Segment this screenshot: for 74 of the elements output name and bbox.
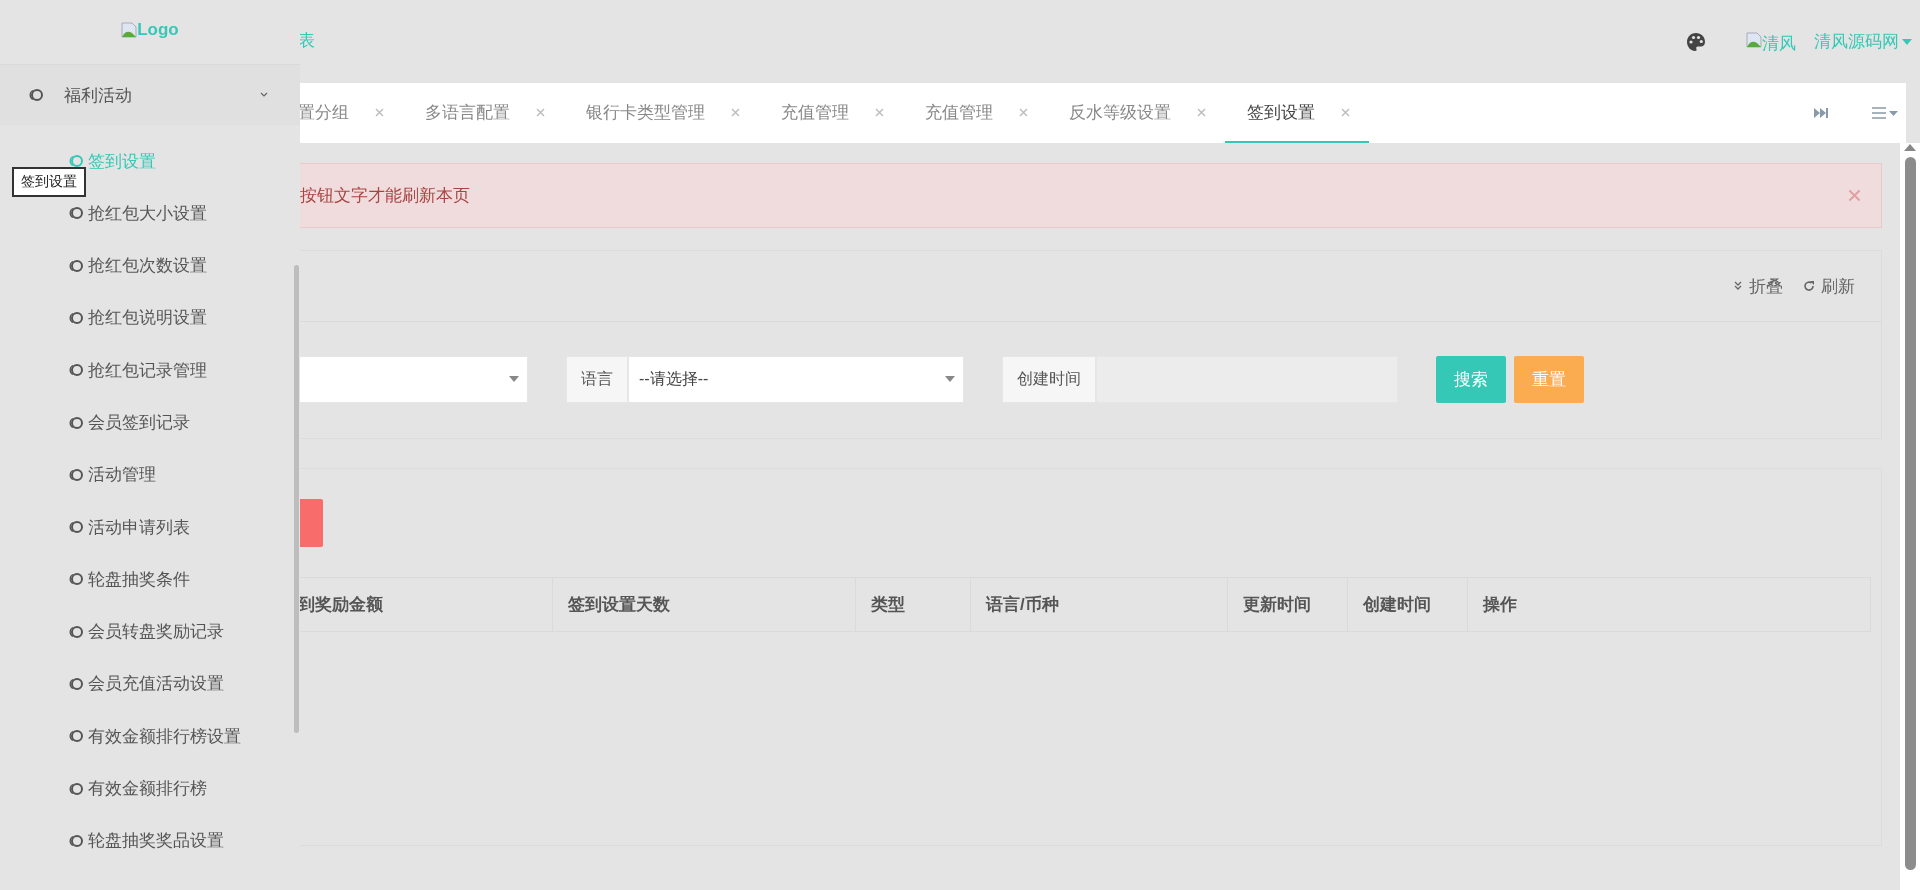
menu-item[interactable]: 活动申请列表 [68,517,190,538]
circle-icon [68,258,84,273]
tab[interactable]: 银行卡类型管理 [564,83,759,143]
tab[interactable]: 充值管理 [903,83,1047,143]
caret-icon [945,376,955,382]
palette-icon[interactable] [1686,31,1706,52]
delete-button[interactable] [300,499,323,547]
collapse-button[interactable]: 折叠 [1733,274,1783,298]
column-header: 语言/币种 [971,578,1228,631]
menu-item[interactable]: 抢红包说明设置 [68,308,207,328]
caret-icon [509,376,519,382]
menu-group[interactable]: 福利活动 [0,65,300,125]
menu-item[interactable]: 抢红包大小设置 [68,203,207,224]
broken-image-icon [121,22,138,38]
column-header: 创建时间 [1348,578,1468,631]
close-icon[interactable] [1197,107,1206,117]
tooltip: 签到设置 [12,167,86,197]
close-icon[interactable] [731,107,740,117]
refresh-icon [1803,280,1815,292]
column-header: 更新时间 [1228,578,1348,631]
tab[interactable]: 签到设置 [1225,83,1369,143]
close-icon[interactable] [1848,189,1861,202]
circle-icon [68,676,84,691]
menu-item[interactable]: 会员转盘奖励记录 [68,621,224,642]
circle-icon [68,572,84,587]
close-icon[interactable] [375,107,384,117]
tab[interactable]: 置分组 [298,83,403,143]
circle-icon [28,88,44,102]
tab[interactable]: 反水等级设置 [1047,83,1225,143]
menu-item[interactable]: 会员充值活动设置 [68,673,224,694]
circle-icon [68,363,84,378]
menu-item[interactable]: 活动管理 [68,464,156,485]
circle-icon [68,624,84,639]
menu-icon[interactable] [1872,107,1898,119]
close-icon[interactable] [536,107,545,117]
logo: Logo [121,20,179,40]
circle-icon [68,833,84,848]
menu-item[interactable]: 会员签到记录 [68,412,190,433]
select-field[interactable] [300,355,528,403]
chevron-icon [260,92,268,98]
refresh-button[interactable]: 刷新 [1803,274,1855,298]
broken-image-icon [1746,32,1762,48]
circle-icon [68,520,84,535]
caret-icon [1902,38,1912,45]
scroll-up-icon[interactable] [1904,143,1916,151]
circle-icon [68,311,84,325]
column-header: 签到设置天数 [553,578,856,631]
close-icon[interactable] [875,107,884,117]
menu-item[interactable]: 抢红包次数设置 [68,255,207,276]
circle-icon [68,781,84,796]
menu-item[interactable]: 有效金额排行榜 [68,778,207,799]
circle-icon [68,154,84,169]
close-icon[interactable] [1341,107,1350,117]
column-header: 类型 [856,578,971,631]
scrollbar[interactable] [1900,143,1920,890]
menu-item[interactable]: 轮盘抽奖条件 [68,569,190,590]
circle-icon [68,206,84,221]
close-icon[interactable] [1019,107,1028,117]
tab[interactable]: 充值管理 [759,83,903,143]
menu-item[interactable]: 轮盘抽奖奖品设置 [68,830,224,851]
double-chevron-icon [1733,281,1743,291]
field-label: 语言 [566,355,628,403]
menu-item[interactable]: 有效金额排行榜设置 [68,726,241,747]
fast-forward-icon[interactable] [1814,107,1828,119]
select-field[interactable]: --请选择-- [628,355,964,403]
tab[interactable]: 多语言配置 [403,83,564,143]
circle-icon [68,467,84,482]
circle-icon [68,729,84,744]
menu-item[interactable]: 抢红包记录管理 [68,360,207,381]
column-header: 操作 [1481,594,1518,616]
scrollbar[interactable] [294,265,299,733]
field-label: 创建时间 [1002,355,1096,403]
circle-icon [68,415,84,430]
alert-message: 按钮文字才能刷新本页 [300,185,470,207]
